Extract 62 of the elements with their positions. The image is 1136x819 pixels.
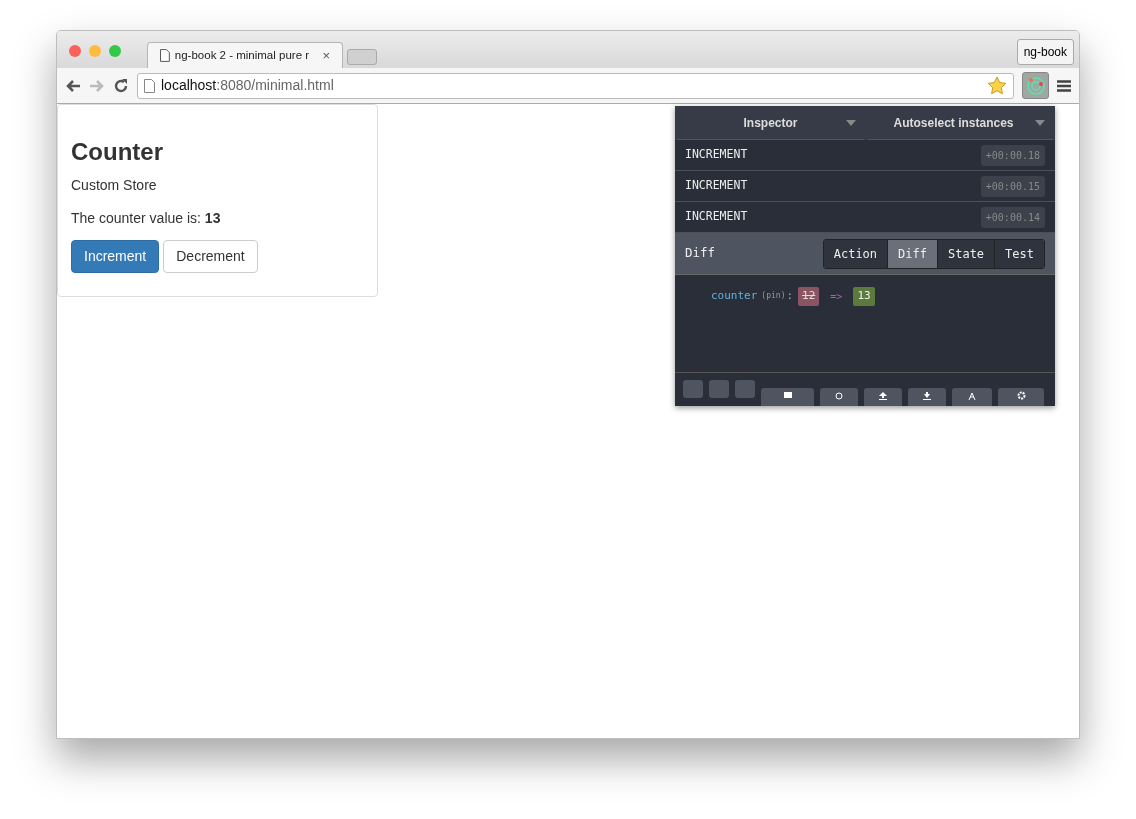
toolbar-button[interactable] xyxy=(864,388,902,406)
new-tab-button[interactable] xyxy=(347,49,377,65)
toolbar-button[interactable] xyxy=(820,388,858,406)
monitor-icon xyxy=(783,392,792,398)
panel-tab[interactable]: Action xyxy=(823,239,888,268)
diff-note: (pin) xyxy=(761,290,786,303)
action-name: INCREMENT xyxy=(685,177,748,195)
subtitle: Custom Store xyxy=(71,176,158,195)
panel-tab[interactable]: Test xyxy=(994,239,1044,268)
section-title: Diff xyxy=(685,244,716,263)
toolbar-button[interactable] xyxy=(998,388,1044,406)
tab-title: ng-book 2 - minimal pure r xyxy=(174,47,311,63)
dock-left-button[interactable] xyxy=(683,380,703,398)
toolbar-button[interactable] xyxy=(761,388,814,406)
instances-dropdown[interactable]: Autoselect instances xyxy=(868,106,1053,140)
action-name: INCREMENT xyxy=(685,208,748,226)
menu-icon[interactable] xyxy=(1057,79,1071,92)
dock-bottom-button[interactable] xyxy=(709,380,729,398)
action-time: +00:00.18 xyxy=(980,144,1045,166)
diff-arrow: => xyxy=(830,289,843,304)
document-icon xyxy=(144,78,155,93)
panel-tab[interactable]: Diff xyxy=(887,239,937,268)
profile-button[interactable]: ng-book xyxy=(1016,39,1074,65)
document-icon xyxy=(160,49,170,62)
settings-icon xyxy=(1016,391,1026,400)
tab-close-button[interactable]: × xyxy=(322,45,330,66)
diff-separator: : xyxy=(786,288,794,304)
toolbar-button[interactable] xyxy=(952,388,992,406)
action-button[interactable]: Decrement xyxy=(163,240,258,273)
url-text: localhost:8080/minimal.html xyxy=(161,76,334,95)
download-icon xyxy=(923,392,931,400)
diff-key: counter xyxy=(711,288,758,305)
maximize-window-icon[interactable] xyxy=(109,45,121,57)
reload-icon[interactable] xyxy=(113,77,129,94)
upload-icon xyxy=(879,392,887,400)
counter-value-text: The counter value is: 13 xyxy=(71,209,222,228)
star-icon[interactable] xyxy=(987,76,1007,95)
address-bar[interactable]: localhost:8080/minimal.html xyxy=(137,72,1014,99)
browser-tab[interactable]: ng-book 2 - minimal pure r × xyxy=(147,42,343,68)
antenna-icon xyxy=(967,391,977,400)
forward-icon[interactable] xyxy=(89,78,105,93)
old-value: 12 xyxy=(798,287,820,306)
action-row[interactable]: INCREMENT +00:00.18 xyxy=(675,140,1055,171)
toolbar-button[interactable] xyxy=(908,388,946,406)
caret-icon xyxy=(1035,119,1045,126)
action-time: +00:00.14 xyxy=(980,206,1045,228)
action-name: INCREMENT xyxy=(685,146,748,164)
action-row[interactable]: INCREMENT +00:00.15 xyxy=(675,171,1055,202)
extension-button[interactable] xyxy=(1022,72,1049,99)
caret-icon xyxy=(846,119,856,126)
action-time: +00:00.15 xyxy=(980,175,1045,197)
minimize-window-icon[interactable] xyxy=(89,45,101,57)
new-value: 13 xyxy=(853,287,875,306)
close-window-icon[interactable] xyxy=(69,45,81,57)
back-icon[interactable] xyxy=(65,78,81,93)
dock-right-button[interactable] xyxy=(735,380,755,398)
page-heading: Counter xyxy=(71,137,164,167)
timer-icon xyxy=(835,391,843,400)
panel-tab[interactable]: State xyxy=(936,239,995,268)
action-button[interactable]: Increment xyxy=(71,240,160,273)
radar-icon xyxy=(1025,75,1046,96)
monitor-dropdown[interactable]: Inspector xyxy=(677,106,864,140)
